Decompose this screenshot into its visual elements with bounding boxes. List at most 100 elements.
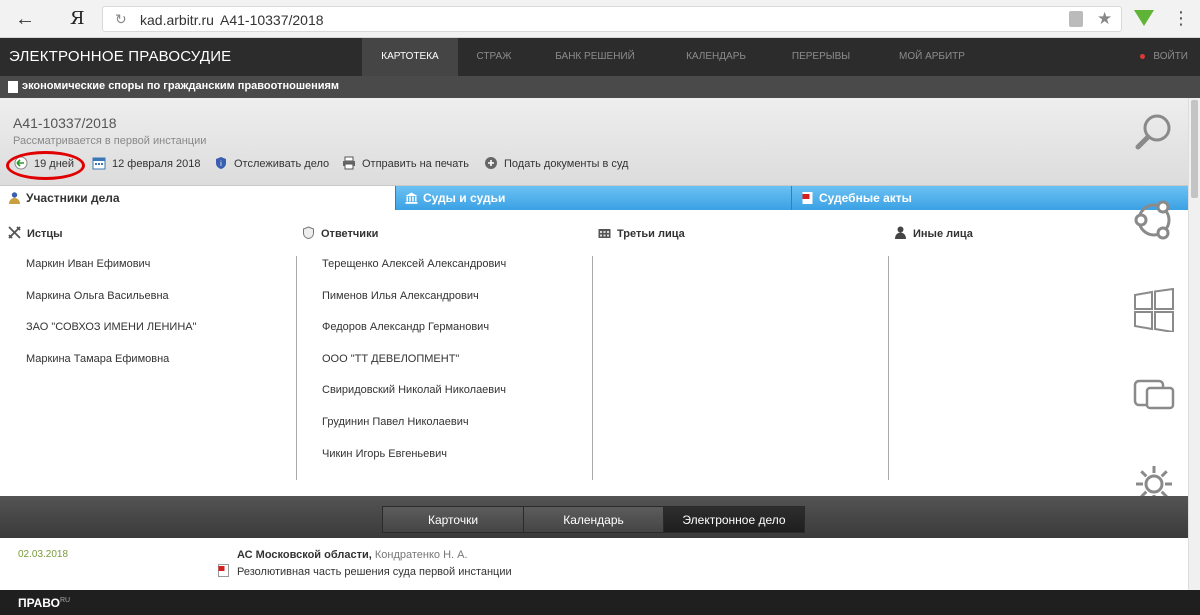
plaintiffs-title: Истцы (27, 228, 63, 240)
url-case-number: А41-10337/2018 (220, 12, 324, 28)
footer-logo-sup: RU (59, 597, 71, 604)
browser-toolbar: ← Я ↻ kad.arbitr.ru А41-10337/2018 ★ ⋮ (0, 0, 1200, 38)
yandex-logo[interactable]: Я (70, 9, 85, 29)
case-status: Рассматривается в первой инстанции (13, 135, 207, 147)
document-title-link[interactable]: Резолютивная часть решения суда первой и… (237, 566, 512, 578)
third-parties-title: Третьи лица (617, 228, 685, 240)
nav-my-arbitr[interactable]: МОЙ АРБИТР (886, 38, 978, 76)
judge-name: Кондратенко Н. А. (374, 549, 468, 561)
pdf-icon[interactable] (218, 564, 229, 577)
document-icon (8, 81, 18, 93)
defendant-item[interactable]: Свиридовский Николай Николаевич (322, 382, 587, 414)
printer-icon (343, 156, 355, 170)
track-label: Отслеживать дело (234, 158, 330, 170)
svg-text:i: i (220, 160, 222, 168)
address-bar[interactable]: ↻ kad.arbitr.ru А41-10337/2018 ★ (102, 6, 1122, 32)
nav-calendar[interactable]: КАЛЕНДАРЬ (672, 38, 760, 76)
tab-participants[interactable]: Участники дела (0, 186, 395, 210)
courthouse-icon (405, 192, 418, 204)
document-date: 02.03.2018 (18, 549, 69, 560)
pravo-logo[interactable]: ПРАВОRU (18, 596, 70, 610)
other-parties-column: Иные лица (894, 226, 1124, 242)
plaintiff-item[interactable]: Маркин Иван Ефимович (26, 256, 288, 288)
login-dot-icon (1140, 53, 1146, 59)
plus-circle-icon (485, 157, 497, 169)
nav-bank-resheniy[interactable]: БАНК РЕШЕНИЙ (540, 38, 650, 76)
top-navigation: ЭЛЕКТРОННОЕ ПРАВОСУДИЕ КАРТОТЕКА СТРАЖ Б… (0, 38, 1200, 76)
view-tab-cards[interactable]: Карточки (382, 506, 524, 533)
pdf-icon (802, 192, 813, 204)
view-tab-electronic-case[interactable]: Электронное дело (663, 506, 805, 533)
category-strip: экономические споры по гражданским право… (0, 76, 1200, 98)
tab-courts-label: Суды и судьи (423, 191, 506, 205)
column-divider (888, 256, 889, 480)
other-parties-heading: Иные лица (894, 226, 1124, 242)
shield-icon (303, 226, 314, 239)
defendant-item[interactable]: Терещенко Алексей Александрович (322, 256, 587, 288)
plaintiff-item[interactable]: ЗАО "СОВХОЗ ИМЕНИ ЛЕНИНА" (26, 319, 288, 351)
other-parties-title: Иные лица (913, 228, 973, 240)
tab-courts[interactable]: Суды и судьи (395, 186, 791, 210)
highlight-circle (6, 151, 85, 180)
defendants-heading: Ответчики (302, 226, 587, 242)
nav-strazh[interactable]: СТРАЖ (458, 38, 530, 76)
third-parties-heading: Третьи лица (598, 226, 883, 242)
document-row: 02.03.2018 АС Московской области, Кондра… (0, 538, 1188, 590)
third-parties-column: Третьи лица (598, 226, 883, 242)
tablet-devices-icon[interactable] (1132, 374, 1176, 418)
date-label: 12 февраля 2018 (112, 158, 201, 170)
defendants-list: Терещенко Алексей Александрович Пименов … (302, 256, 587, 477)
column-divider (296, 256, 297, 480)
crossed-swords-icon (8, 226, 21, 239)
page-scrollbar[interactable] (1188, 98, 1200, 590)
scrollbar-thumb[interactable] (1191, 100, 1198, 198)
tab-court-acts[interactable]: Судебные акты (791, 186, 1188, 210)
login-link[interactable]: ВОЙТИ (1140, 38, 1188, 76)
footer-bar: ПРАВОRU (0, 590, 1200, 615)
defendant-item[interactable]: Пименов Илья Александрович (322, 288, 587, 320)
browser-menu-icon[interactable]: ⋮ (1172, 8, 1190, 28)
person-icon (9, 192, 20, 204)
nav-breaks[interactable]: ПЕРЕРЫВЫ (778, 38, 864, 76)
court-name: АС Московской области, (237, 549, 372, 561)
nav-kartoteka[interactable]: КАРТОТЕКА (362, 38, 458, 76)
login-label: ВОЙТИ (1153, 51, 1188, 62)
search-icon[interactable] (1134, 112, 1174, 152)
bookmark-star-icon[interactable]: ★ (1097, 9, 1112, 29)
view-switcher: Карточки Календарь Электронное дело (0, 496, 1200, 538)
registration-date: 12 февраля 2018 (92, 156, 200, 172)
submit-documents-button[interactable]: Подать документы в суд (484, 156, 628, 172)
category-text: экономические споры по гражданским право… (22, 80, 340, 92)
defendant-item[interactable]: Грудинин Павел Николаевич (322, 414, 587, 446)
plaintiffs-list: Маркин Иван Ефимович Маркина Ольга Васил… (8, 256, 288, 382)
case-number: А41-10337/2018 (13, 115, 117, 131)
defendant-item[interactable]: Чикин Игорь Евгеньевич (322, 446, 587, 478)
case-tabs: Участники дела Суды и судьи Судебные акт… (0, 186, 1188, 210)
plaintiffs-heading: Истцы (8, 226, 288, 242)
tab-participants-label: Участники дела (26, 191, 120, 205)
print-label: Отправить на печать (362, 158, 469, 170)
url-domain: kad.arbitr.ru (140, 12, 214, 28)
share-network-icon[interactable] (1132, 198, 1176, 242)
defendants-column: Ответчики Терещенко Алексей Александрови… (302, 226, 587, 477)
defendants-title: Ответчики (321, 228, 379, 240)
download-arrow-icon[interactable] (1134, 10, 1154, 26)
submit-label: Подать документы в суд (504, 158, 629, 170)
reload-icon[interactable]: ↻ (115, 11, 127, 28)
shield-icon: i (216, 157, 226, 169)
person-silhouette-icon (895, 226, 906, 239)
case-header: А41-10337/2018 Рассматривается в первой … (0, 98, 1188, 186)
plaintiff-item[interactable]: Маркина Ольга Васильевна (26, 288, 288, 320)
defendant-item[interactable]: ООО "ТТ ДЕВЕЛОПМЕНТ" (322, 351, 587, 383)
windows-grid-icon[interactable] (1132, 288, 1176, 332)
track-case-button[interactable]: i Отслеживать дело (214, 156, 329, 172)
document-court: АС Московской области, Кондратенко Н. А. (237, 549, 468, 561)
plaintiff-item[interactable]: Маркина Тамара Ефимовна (26, 351, 288, 383)
defendant-item[interactable]: Федоров Александр Германович (322, 319, 587, 351)
print-button[interactable]: Отправить на печать (342, 156, 469, 172)
tab-court-acts-label: Судебные акты (819, 191, 912, 205)
lock-icon[interactable] (1069, 11, 1083, 27)
view-tab-calendar[interactable]: Календарь (523, 506, 664, 533)
back-arrow-icon[interactable]: ← (14, 9, 36, 29)
site-brand[interactable]: ЭЛЕКТРОННОЕ ПРАВОСУДИЕ (9, 48, 231, 65)
